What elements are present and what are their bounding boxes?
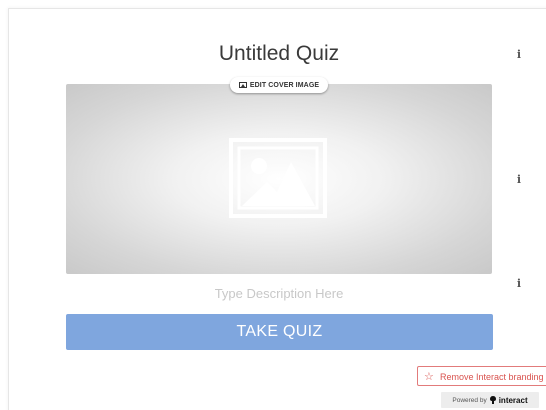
image-placeholder-icon xyxy=(229,138,327,218)
quiz-editor-page: Untitled Quiz i i i EDIT COVER IMAGE Typ… xyxy=(0,0,546,410)
powered-by-label: Powered by xyxy=(452,396,487,404)
edit-cover-image-label: EDIT COVER IMAGE xyxy=(249,81,320,89)
star-icon: ☆ xyxy=(424,371,434,383)
quiz-title[interactable]: Untitled Quiz xyxy=(66,42,492,66)
remove-branding-label: Remove Interact branding xyxy=(440,372,544,382)
brand-name: interact xyxy=(498,395,528,405)
description-info-icon[interactable]: i xyxy=(514,278,524,290)
title-info-icon[interactable]: i xyxy=(514,49,524,61)
interact-logo-icon xyxy=(489,396,496,404)
take-quiz-button[interactable]: TAKE QUIZ xyxy=(66,314,493,350)
description-input[interactable]: Type Description Here xyxy=(66,286,492,301)
powered-by-badge[interactable]: Powered by interact xyxy=(441,392,539,408)
remove-branding-button[interactable]: ☆ Remove Interact branding xyxy=(417,366,546,386)
image-icon xyxy=(238,82,247,88)
edit-cover-image-button[interactable]: EDIT COVER IMAGE xyxy=(230,77,328,93)
cover-info-icon[interactable]: i xyxy=(514,174,524,186)
